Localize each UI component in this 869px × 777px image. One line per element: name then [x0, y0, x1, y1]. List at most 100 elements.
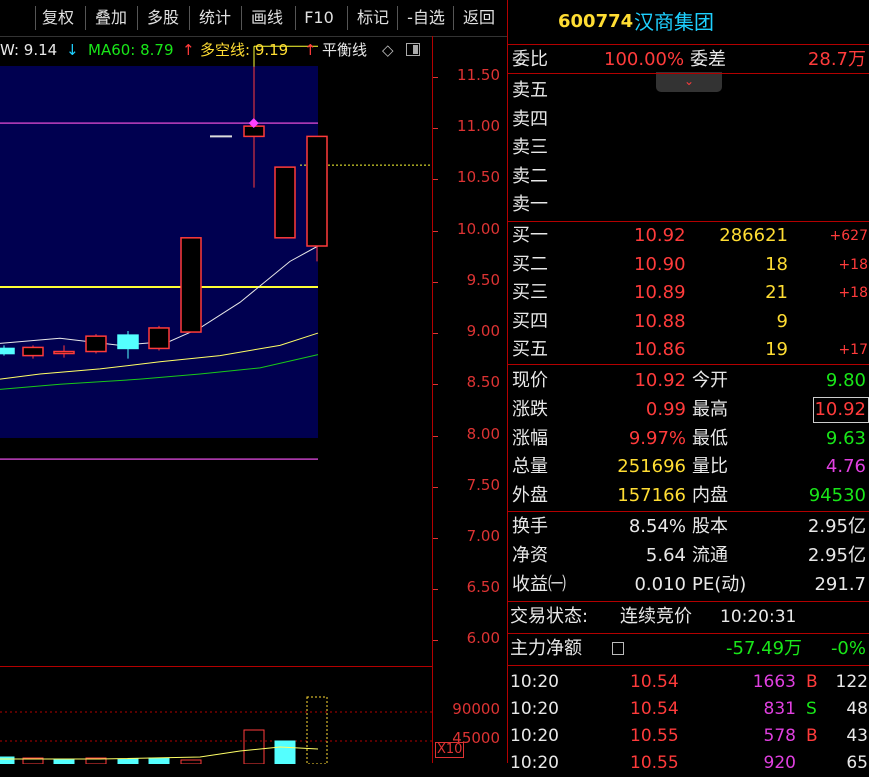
weicha-value: 28.7万 [807, 49, 866, 70]
fund-row: 换手 8.54% 股本 2.95亿 [508, 513, 869, 541]
vol-tick-label: 90000 [452, 700, 500, 718]
stat-label: 外盘 [512, 485, 548, 507]
candle-body [85, 335, 107, 353]
kline-chart[interactable] [0, 36, 432, 666]
buy-change: +18 [838, 285, 868, 301]
y-tick-mark [433, 486, 438, 488]
list-icon[interactable] [612, 642, 624, 655]
volume-bar [274, 740, 296, 765]
volume-bar [148, 757, 170, 765]
panel-toggle-icon[interactable] [406, 43, 420, 56]
buy-change: +627 [829, 228, 868, 244]
stock-name: 汉商集团 [634, 10, 714, 34]
zhuli-row: 主力净额 -57.49万 -0% [508, 635, 869, 663]
tick-time: 10:20 [510, 726, 559, 746]
tick-price: 10.55 [630, 726, 679, 746]
volume-chart-svg [0, 696, 432, 765]
status-value: 连续竞价 [620, 606, 692, 627]
stat-label-2: 最低 [692, 427, 728, 449]
sell-label: 卖五 [512, 80, 548, 101]
zhuli-label: 主力净额 [510, 638, 582, 659]
fund-value: 0.010 [634, 574, 686, 595]
fund-value: 5.64 [645, 545, 686, 566]
candle-body [53, 350, 75, 355]
zhuli-pct: -0% [830, 638, 866, 659]
toolbar-separator [241, 6, 242, 30]
tick-count: 65 [846, 753, 868, 773]
status-time: 10:20:31 [720, 607, 797, 627]
toolbar-item-3[interactable]: 统计 [192, 0, 238, 36]
indicator-w-arrow: ↓ [66, 41, 79, 59]
buy-row: 买三 10.89 21 +18 [508, 279, 869, 307]
buy-row: 买四 10.88 9 [508, 308, 869, 336]
stat-value: 0.99 [645, 398, 686, 420]
sell-row: 卖四 [508, 106, 869, 134]
y-tick-label: 11.50 [457, 65, 500, 84]
buy-label: 买三 [512, 282, 548, 303]
fund-label-2: 股本 [692, 516, 728, 537]
toolbar-item-4[interactable]: 画线 [244, 0, 290, 36]
buy-price: 10.89 [634, 282, 686, 303]
tick-side: B [806, 726, 818, 746]
buy-change: +18 [838, 256, 868, 273]
y-tick-label: 8.00 [466, 424, 500, 443]
y-tick-label: 7.50 [466, 475, 500, 494]
tick-volume: 1663 [752, 672, 796, 692]
weibi-value: 100.00% [604, 49, 685, 70]
y-tick-mark [433, 537, 438, 539]
sell-label: 卖四 [512, 108, 548, 130]
sell-label: 卖三 [512, 137, 548, 158]
stat-value: 157166 [617, 485, 686, 507]
fund-label: 换手 [512, 516, 548, 537]
fund-label: 收益㈠ [512, 574, 566, 595]
stat-row: 涨幅 9.97% 最低 9.63 [508, 425, 869, 453]
buy-volume: 18 [765, 253, 788, 275]
toolbar-item-1[interactable]: 叠加 [88, 0, 134, 36]
y-tick-mark [433, 76, 438, 78]
vol-unit-label: X10 [435, 742, 465, 758]
volume-chart[interactable] [0, 666, 432, 765]
toolbar-item-7[interactable]: -自选 [400, 0, 452, 36]
stock-code: 600774 [558, 11, 634, 32]
buy-row: 买五 10.86 19 +17 [508, 336, 869, 364]
y-tick-mark [433, 640, 438, 642]
buy-label: 买一 [512, 225, 548, 246]
tick-volume: 831 [763, 699, 796, 719]
toolbar-item-6[interactable]: 标记 [350, 0, 396, 36]
stat-value: 10.92 [634, 370, 686, 391]
indicator-ma60: MA60: 8.79 [88, 41, 174, 59]
candle-body [180, 237, 202, 333]
stat-label-2: 内盘 [692, 485, 728, 507]
kline-chart-svg [0, 45, 432, 460]
vol-ma-line [0, 746, 319, 760]
tick-count: 122 [835, 672, 868, 692]
buy-label: 买二 [512, 253, 548, 275]
tick-volume: 578 [763, 726, 796, 746]
fund-value-2: 2.95亿 [807, 545, 866, 566]
sell-row: 卖三 [508, 134, 869, 162]
toolbar-item-0[interactable]: 复权 [38, 0, 78, 36]
indicator-w: W: 9.14 [0, 41, 58, 59]
y-tick-label: 6.00 [466, 629, 500, 648]
chart-zone-bg [0, 66, 318, 438]
tick-side: B [806, 672, 818, 692]
toolbar-separator [295, 6, 296, 30]
stat-row: 现价 10.92 今开 9.80 [508, 367, 869, 395]
weibi-row: 委比 100.00% 委差 28.7万 [508, 46, 869, 74]
y-tick-label: 9.00 [466, 322, 500, 341]
y-tick-mark [433, 128, 438, 130]
indicator-pingheng: 平衡线 [322, 41, 368, 59]
toolbar-item-5[interactable]: F10 [298, 0, 340, 36]
toolbar: 复权 叠加 多股 统计 画线 F10 标记 -自选 返回 [0, 0, 507, 37]
fund-value-2: 2.95亿 [807, 516, 866, 537]
toolbar-item-2[interactable]: 多股 [140, 0, 186, 36]
y-tick-label: 10.50 [457, 168, 500, 187]
toolbar-item-8[interactable]: 返回 [456, 0, 502, 36]
stat-value: 251696 [617, 456, 686, 478]
diamond-icon[interactable]: ◇ [382, 38, 394, 62]
sell-row: 卖五 [508, 77, 869, 105]
buy-volume: 19 [765, 339, 788, 360]
y-tick-label: 11.00 [457, 117, 500, 136]
fund-label: 净资 [512, 545, 548, 566]
toolbar-separator [85, 6, 86, 30]
